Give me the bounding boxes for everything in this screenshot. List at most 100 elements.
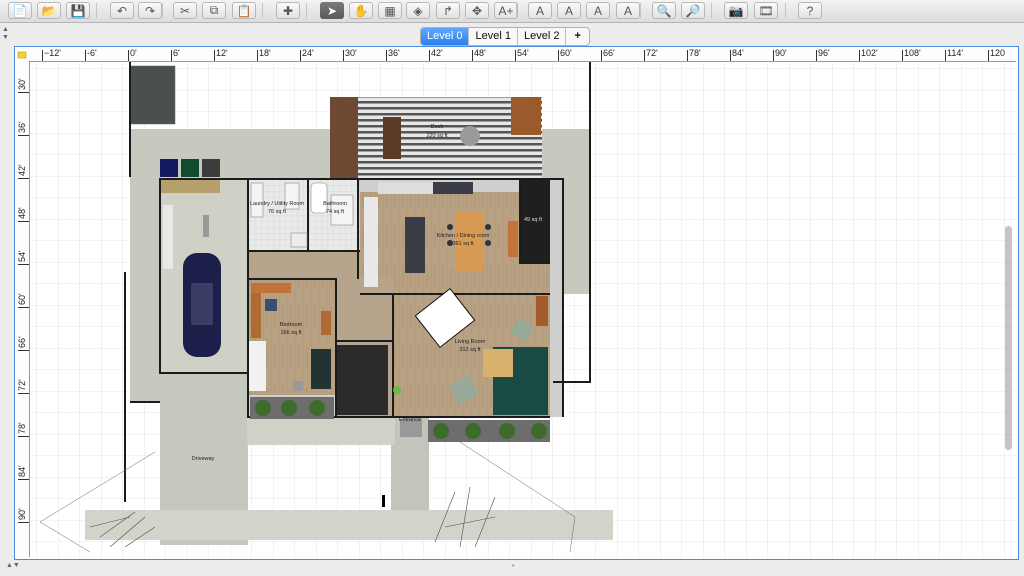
create-video-button[interactable]: 🎞	[754, 2, 778, 19]
copy-button[interactable]: ⧉	[202, 2, 226, 19]
ruler-left-label: 60'	[17, 293, 27, 305]
ruler-tick	[18, 135, 29, 136]
ruler-tick	[171, 50, 172, 61]
ruler-top-label: -6'	[87, 48, 97, 58]
laundry-area: 76 sq ft	[268, 209, 287, 215]
ruler-tick	[85, 50, 86, 61]
italic-button[interactable]: A	[616, 2, 640, 19]
create-photo-button[interactable]: 📷	[724, 2, 748, 19]
ruler-tick	[386, 50, 387, 61]
ruler-tick	[816, 50, 817, 61]
open-button[interactable]: 📂	[37, 2, 61, 19]
tab-level-0[interactable]: Level 0	[421, 28, 470, 45]
deck-label: Deck	[431, 124, 444, 130]
ruler-tick	[945, 50, 946, 61]
bedroom-label: Bedroom	[280, 322, 303, 328]
deck[interactable]: Deck 220 sq ft	[330, 97, 542, 179]
ruler-left-label: 90'	[17, 508, 27, 520]
toolbar-separator	[785, 3, 786, 18]
ruler-tick	[128, 50, 129, 61]
ruler-tick	[18, 264, 29, 265]
ruler-tick	[18, 178, 29, 179]
cut-button[interactable]: ✂	[173, 2, 197, 19]
ruler-top-label: 102'	[861, 48, 878, 58]
ruler-tick	[343, 50, 344, 61]
ruler-left-label: 48'	[17, 207, 27, 219]
ruler-tick	[988, 50, 989, 61]
ruler-tick	[18, 92, 29, 93]
toolbar-separator	[711, 3, 712, 18]
ruler-tick	[18, 479, 29, 480]
bathroom-label: Bathroom	[323, 201, 347, 207]
collapse-arrows-bottom[interactable]: ▲▼	[6, 562, 20, 569]
tab-level-1[interactable]: Level 1	[469, 28, 518, 45]
ruler-tick	[902, 50, 903, 61]
ruler-top-label: 48'	[474, 48, 486, 58]
add-level-button[interactable]: +	[566, 28, 588, 45]
pane-collapse-arrows[interactable]: ▲ ▼	[2, 26, 9, 42]
text-style-2-button[interactable]: A	[557, 2, 581, 19]
plan-view[interactable]: Deck 220 sq ft Laundry / Utility Room 76…	[14, 46, 1019, 560]
ruler-top-label: 42'	[431, 48, 443, 58]
select-mode-button[interactable]: ➤	[320, 2, 344, 19]
add-furniture-button[interactable]: ✚	[276, 2, 300, 19]
ruler-top-label: 114'	[947, 48, 964, 58]
paste-button[interactable]: 📋	[232, 2, 256, 19]
text-style-1-button[interactable]: A	[528, 2, 552, 19]
ruler-top-label: 72'	[646, 48, 658, 58]
ruler-top-label: 12'	[216, 48, 228, 58]
bedroom-area: 166 sq ft	[280, 330, 302, 336]
new-home-button[interactable]: 📄	[8, 2, 32, 19]
create-walls-button[interactable]: ▦	[378, 2, 402, 19]
ruler-tick	[859, 50, 860, 61]
zoom-in-button[interactable]: 🔍	[652, 2, 676, 19]
ruler-tick	[773, 50, 774, 61]
ruler-top-label: 78'	[689, 48, 701, 58]
vertical-scrollbar[interactable]	[1005, 226, 1012, 450]
mailbox	[382, 495, 385, 507]
ruler-tick	[18, 522, 29, 523]
ruler-tick	[472, 50, 473, 61]
help-button[interactable]: ?	[798, 2, 822, 19]
living-label: Living Room	[455, 339, 486, 345]
pan-mode-button[interactable]: ✋	[349, 2, 373, 19]
split-handle[interactable]: •	[512, 563, 514, 570]
living-area: 312 sq ft	[459, 347, 481, 353]
ruler-top-label: 96'	[818, 48, 830, 58]
ruler-tick	[601, 50, 602, 61]
floor-plan-canvas[interactable]: Deck 220 sq ft Laundry / Utility Room 76…	[15, 47, 1018, 559]
ruler-tick	[18, 307, 29, 308]
create-rooms-button[interactable]: ◈	[406, 2, 430, 19]
ruler-top-label: 66'	[603, 48, 615, 58]
ruler-tick	[730, 50, 731, 61]
toolbar-separator	[516, 3, 517, 18]
ruler-left-label: 42'	[17, 164, 27, 176]
bottom-bar: ▲▼ •	[0, 560, 1024, 576]
bold-button[interactable]: A	[586, 2, 610, 19]
ruler-tick	[18, 350, 29, 351]
ruler-top-label: 0'	[130, 48, 137, 58]
create-polylines-button[interactable]: ↱	[436, 2, 460, 19]
tab-level-2[interactable]: Level 2	[518, 28, 567, 45]
ruler-left-label: 36'	[17, 121, 27, 133]
ruler-left-label: 78'	[17, 422, 27, 434]
roof-patch	[130, 66, 175, 124]
ruler-left: 30' 36' 42' 48' 54' 60' 66' 72' 78' 84' 90'	[15, 61, 30, 557]
ruler-top-label: 24'	[302, 48, 314, 58]
zoom-out-button[interactable]: 🔎	[681, 2, 705, 19]
ruler-tick	[42, 50, 43, 61]
ruler-tick	[300, 50, 301, 61]
ruler-left-label: 84'	[17, 465, 27, 477]
ruler-top-label: 84'	[732, 48, 744, 58]
undo-button[interactable]: ↶	[110, 2, 134, 19]
ruler-top-label: −12'	[44, 48, 61, 58]
redo-button[interactable]: ↷	[138, 2, 162, 19]
toolbar-separator	[96, 3, 97, 18]
create-dimensions-button[interactable]: ✥	[465, 2, 489, 19]
ruler-tick	[257, 50, 258, 61]
garage[interactable]	[160, 159, 248, 373]
ruler-left-label: 54'	[17, 250, 27, 262]
add-text-button[interactable]: A+	[494, 2, 518, 19]
save-button[interactable]: 💾	[66, 2, 90, 19]
ruler-left-label: 72'	[17, 379, 27, 391]
